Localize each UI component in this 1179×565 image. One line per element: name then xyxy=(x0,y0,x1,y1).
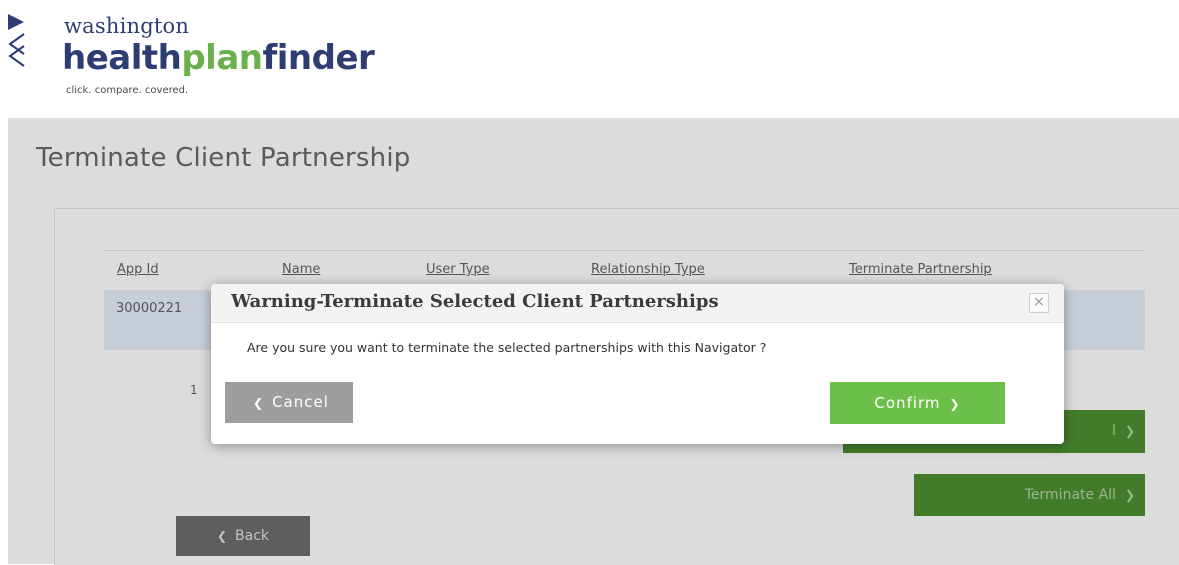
terminate-all-label: Terminate All xyxy=(1024,487,1116,503)
chevron-left-icon: ❮ xyxy=(216,529,228,543)
confirm-terminate-dialog: Warning-Terminate Selected Client Partne… xyxy=(211,284,1064,444)
column-header-terminate-partnership[interactable]: Terminate Partnership xyxy=(849,262,992,277)
back-button[interactable]: ❮ Back xyxy=(176,516,310,556)
logo-finder: finder xyxy=(262,38,375,78)
chevron-right-icon: ❯ xyxy=(949,397,961,411)
dialog-header: Warning-Terminate Selected Client Partne… xyxy=(211,284,1064,323)
cell-app-id: 30000221 xyxy=(116,301,183,316)
dialog-message: Are you sure you want to terminate the s… xyxy=(247,340,767,355)
table-divider xyxy=(104,250,1144,251)
logo-health: health xyxy=(62,38,182,78)
close-icon[interactable]: × xyxy=(1029,293,1049,313)
pagination-page-1[interactable]: 1 xyxy=(190,383,198,397)
logo-healthplanfinder: healthplanfinder xyxy=(62,38,375,78)
logo-plan: plan xyxy=(181,38,263,78)
terminate-all-button[interactable]: Terminate All ❯ xyxy=(914,474,1145,516)
back-label: Back xyxy=(235,528,270,544)
page-title: Terminate Client Partnership xyxy=(36,143,411,173)
terminate-selected-label: l xyxy=(1112,423,1116,439)
column-header-name[interactable]: Name xyxy=(282,262,320,277)
confirm-button[interactable]: Confirm ❯ xyxy=(830,382,1005,424)
brand-arrow-icon xyxy=(8,14,25,67)
cancel-label: Cancel xyxy=(272,393,329,411)
logo-washington: washington xyxy=(64,14,190,38)
confirm-label: Confirm xyxy=(874,394,941,412)
cancel-button[interactable]: ❮ Cancel xyxy=(225,382,353,423)
column-header-app-id[interactable]: App Id xyxy=(117,262,159,277)
column-header-relationship-type[interactable]: Relationship Type xyxy=(591,262,705,277)
page: washington healthplanfinder click. compa… xyxy=(0,0,1179,565)
column-header-user-type[interactable]: User Type xyxy=(426,262,490,277)
logo-tagline: click. compare. covered. xyxy=(66,85,189,96)
dialog-title: Warning-Terminate Selected Client Partne… xyxy=(231,291,719,312)
chevron-left-icon: ❮ xyxy=(253,396,265,410)
site-header: washington healthplanfinder click. compa… xyxy=(8,0,1179,119)
chevron-right-icon: ❯ xyxy=(1124,488,1135,502)
chevron-right-icon: ❯ xyxy=(1124,424,1135,438)
